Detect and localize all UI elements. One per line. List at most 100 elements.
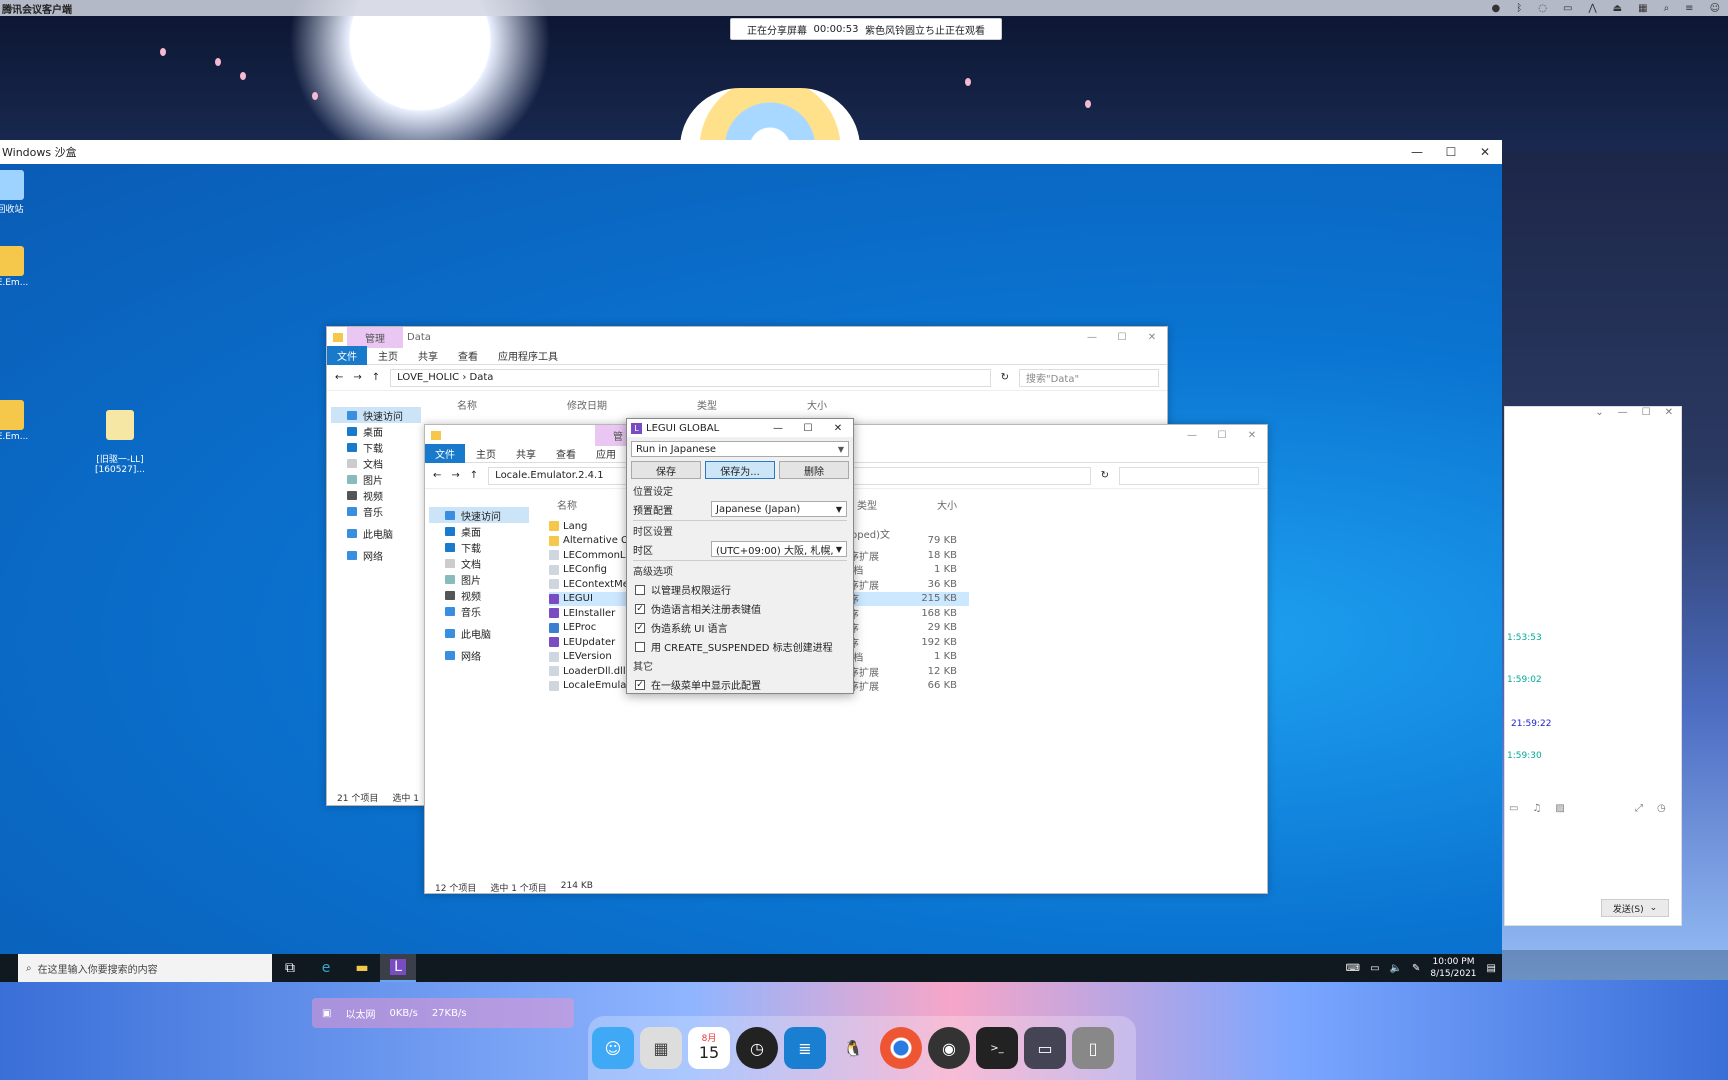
tab-file[interactable]: 文件 bbox=[327, 346, 367, 365]
chrome-icon[interactable] bbox=[880, 1027, 922, 1069]
keyboard-icon[interactable]: ⌨ bbox=[1346, 963, 1360, 974]
edge-icon[interactable]: e bbox=[308, 954, 344, 982]
taskbar-search[interactable]: ⌕ 在这里输入你要搜索的内容 bbox=[18, 954, 272, 982]
column-name[interactable]: 名称 bbox=[457, 397, 477, 412]
taskbar-clock[interactable]: 10:00 PM 8/15/2021 bbox=[1430, 956, 1476, 980]
send-button[interactable]: 发送(S) ⌄ bbox=[1601, 899, 1669, 917]
close-button[interactable]: ✕ bbox=[1665, 407, 1673, 425]
archive-icon[interactable]: [旧驱一-LL] [160527]... bbox=[90, 400, 150, 475]
recycle-bin-icon[interactable]: 回收站 bbox=[0, 170, 40, 215]
control-icon[interactable]: ≡ bbox=[1685, 3, 1693, 14]
expand-icon[interactable]: ⤢ bbox=[1635, 803, 1643, 814]
nav-item-pictures[interactable]: 图片 bbox=[429, 571, 529, 587]
maximize-button[interactable]: ☐ bbox=[793, 423, 823, 434]
obs-icon[interactable]: ◉ bbox=[928, 1027, 970, 1069]
column-type[interactable]: 类型 bbox=[857, 497, 937, 512]
task-view-icon[interactable]: ⧉ bbox=[272, 954, 308, 982]
tab-manage[interactable]: 管理 bbox=[347, 326, 403, 348]
nav-item-music[interactable]: 音乐 bbox=[331, 503, 421, 519]
nav-item-pictures[interactable]: 图片 bbox=[331, 471, 421, 487]
network-icon[interactable]: ▭ bbox=[1370, 963, 1379, 974]
forward-arrow-icon[interactable]: → bbox=[353, 372, 361, 383]
minimize-button[interactable]: — bbox=[763, 423, 793, 434]
chevron-down-icon[interactable]: ⌄ bbox=[1650, 903, 1658, 913]
checkbox-icon[interactable]: ✓ bbox=[635, 622, 645, 633]
tab-view[interactable]: 查看 bbox=[547, 444, 585, 463]
nav-item-documents[interactable]: 文档 bbox=[429, 555, 529, 571]
nav-item-network[interactable]: 网络 bbox=[331, 547, 421, 563]
refresh-icon[interactable]: ↻ bbox=[1001, 372, 1009, 383]
folder-icon[interactable]: LE.Em... bbox=[0, 246, 40, 288]
user-icon[interactable]: ☺ bbox=[1710, 3, 1720, 14]
airplay-icon[interactable]: ⋀ bbox=[1588, 3, 1596, 14]
forward-arrow-icon[interactable]: → bbox=[451, 470, 459, 481]
grid-icon[interactable]: ▦ bbox=[1638, 3, 1647, 14]
calendar-icon[interactable]: 8月 15 bbox=[688, 1027, 730, 1069]
checkbox-icon[interactable]: ✓ bbox=[635, 603, 645, 614]
terminal-icon[interactable]: >_ bbox=[976, 1027, 1018, 1069]
maximize-button[interactable]: ☐ bbox=[1642, 407, 1651, 425]
legui-titlebar[interactable]: L LEGUI GLOBAL — ☐ ✕ bbox=[627, 419, 853, 437]
launchpad-icon[interactable]: ▦ bbox=[640, 1027, 682, 1069]
nav-item-network[interactable]: 网络 bbox=[429, 647, 529, 663]
minimize-button[interactable]: — bbox=[1077, 332, 1107, 343]
column-type[interactable]: 类型 bbox=[697, 397, 717, 412]
start-button[interactable] bbox=[0, 954, 18, 982]
minimize-button[interactable]: — bbox=[1177, 430, 1207, 441]
tab-view[interactable]: 查看 bbox=[449, 346, 487, 365]
breadcrumb-item[interactable]: LOVE_HOLIC bbox=[397, 372, 459, 383]
close-button[interactable]: ✕ bbox=[823, 423, 853, 434]
display-icon[interactable]: ▭ bbox=[1563, 3, 1572, 14]
image-icon[interactable]: ▨ bbox=[1555, 803, 1564, 814]
close-button[interactable]: ✕ bbox=[1137, 332, 1167, 343]
legui-taskbar-icon[interactable]: L bbox=[380, 954, 416, 982]
nav-item-videos[interactable]: 视频 bbox=[331, 487, 421, 503]
search-input[interactable]: 搜索"Data" bbox=[1019, 368, 1159, 387]
chevron-down-icon[interactable]: ⌄ bbox=[1595, 407, 1603, 425]
pen-icon[interactable]: ✎ bbox=[1412, 963, 1420, 974]
path-box[interactable]: LOVE_HOLIC › Data bbox=[390, 368, 991, 387]
bell-icon[interactable]: ● bbox=[1492, 3, 1501, 14]
wifi-icon[interactable]: ◌ bbox=[1538, 3, 1547, 14]
tab-app-tools[interactable]: 应用 bbox=[587, 444, 625, 463]
file-explorer-icon[interactable]: ▬ bbox=[344, 954, 380, 982]
folder-icon[interactable]: ▭ bbox=[1509, 803, 1518, 814]
close-button[interactable]: ✕ bbox=[1468, 145, 1502, 159]
notification-icon[interactable]: ▤ bbox=[1487, 963, 1496, 974]
nav-item-desktop[interactable]: 桌面 bbox=[331, 423, 421, 439]
nav-item-downloads[interactable]: 下载 bbox=[429, 539, 529, 555]
stack-icon[interactable]: ≣ bbox=[784, 1027, 826, 1069]
up-arrow-icon[interactable]: ↑ bbox=[470, 470, 478, 481]
tab-home[interactable]: 主页 bbox=[467, 444, 505, 463]
checkbox-icon[interactable] bbox=[635, 641, 645, 652]
delete-button[interactable]: 删除 bbox=[779, 461, 849, 479]
breadcrumb-item[interactable]: Data bbox=[470, 372, 494, 383]
bluetooth-icon[interactable]: ᛒ bbox=[1516, 3, 1522, 14]
finder-icon[interactable]: ☺ bbox=[592, 1027, 634, 1069]
close-button[interactable]: ✕ bbox=[1237, 430, 1267, 441]
option-checkbox[interactable]: ✓ 伪造语言相关注册表键值 bbox=[635, 601, 845, 616]
tab-share[interactable]: 共享 bbox=[507, 444, 545, 463]
trash-icon[interactable]: ▯ bbox=[1072, 1027, 1114, 1069]
option-checkbox[interactable]: 用 CREATE_SUSPENDED 标志创建进程 bbox=[635, 639, 845, 654]
explorer-titlebar[interactable]: 管理 Data — ☐ ✕ bbox=[327, 326, 1167, 348]
profile-select[interactable]: Run in Japanese ▼ bbox=[631, 441, 849, 457]
nav-item-videos[interactable]: 视频 bbox=[429, 587, 529, 603]
music-icon[interactable]: ♫ bbox=[1532, 803, 1541, 814]
maximize-button[interactable]: ☐ bbox=[1434, 145, 1468, 159]
up-arrow-icon[interactable]: ↑ bbox=[372, 372, 380, 383]
checkbox-icon[interactable] bbox=[635, 584, 645, 595]
search-icon[interactable]: ⌕ bbox=[1664, 3, 1670, 14]
minimize-button[interactable]: — bbox=[1400, 145, 1434, 159]
column-size[interactable]: 大小 bbox=[937, 497, 957, 512]
volume-icon[interactable]: 🔈 bbox=[1390, 963, 1402, 974]
nav-item-this-pc[interactable]: 此电脑 bbox=[331, 525, 421, 541]
nav-item-quick-access[interactable]: 快速访问 bbox=[429, 507, 529, 523]
back-arrow-icon[interactable]: ← bbox=[433, 470, 441, 481]
folder-icon[interactable]: LE.Em... bbox=[0, 400, 40, 442]
search-input[interactable] bbox=[1119, 466, 1259, 485]
screen-share-banner[interactable]: 正在分享屏幕 00:00:53 紫色风铃圆立ち止正在观看 bbox=[730, 18, 1002, 40]
nav-item-this-pc[interactable]: 此电脑 bbox=[429, 625, 529, 641]
nav-item-quick-access[interactable]: 快速访问 bbox=[331, 407, 421, 423]
option-checkbox[interactable]: 以管理员权限运行 bbox=[635, 582, 845, 597]
